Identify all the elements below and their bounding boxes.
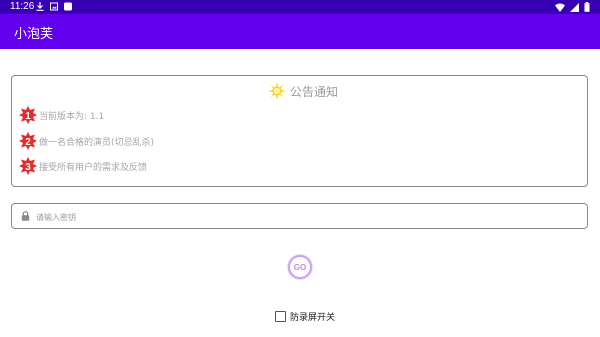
- go-button[interactable]: GO: [288, 255, 312, 279]
- notice-card: 公告通知 1 当前版本为: 1.1 2 做一名合格的演员(切忌乱杀) 3 接受所…: [11, 75, 588, 187]
- download-icon: [36, 2, 44, 11]
- badge-number: 3: [25, 162, 31, 173]
- app-bar: 小泡芙: [0, 14, 600, 49]
- number-badge-icon: 3: [19, 157, 37, 175]
- number-badge-icon: 2: [19, 132, 37, 150]
- battery-icon: [584, 2, 590, 12]
- app-icon: [64, 2, 72, 11]
- status-bar: 11:26: [0, 0, 600, 14]
- signal-icon: [570, 2, 579, 12]
- anti-record-toggle[interactable]: 防录屏开关: [275, 310, 335, 323]
- anti-record-checkbox[interactable]: [275, 311, 286, 322]
- sun-icon: [268, 82, 286, 100]
- number-badge-icon: 1: [19, 106, 37, 124]
- image-icon: [50, 2, 58, 11]
- status-right-icons: [555, 2, 590, 12]
- notice-header: 公告通知: [268, 82, 338, 100]
- anti-record-label: 防录屏开关: [290, 313, 336, 323]
- status-left-icons: [36, 2, 72, 11]
- notice-title: 公告通知: [290, 84, 339, 99]
- notice-item: 1 当前版本为: 1.1: [19, 106, 104, 124]
- app-title: 小泡芙: [14, 27, 54, 42]
- badge-number: 1: [25, 111, 31, 122]
- go-label: GO: [293, 262, 307, 272]
- key-input[interactable]: [34, 207, 578, 227]
- lock-icon: [21, 211, 30, 221]
- status-time: 11:26: [10, 1, 35, 12]
- badge-number: 2: [25, 137, 31, 148]
- wifi-icon: [555, 3, 565, 12]
- notice-item-text: 接受所有用户的需求及反馈: [39, 162, 148, 173]
- notice-item: 3 接受所有用户的需求及反馈: [19, 157, 147, 175]
- key-input-box[interactable]: [11, 203, 588, 229]
- notice-item-text: 做一名合格的演员(切忌乱杀): [39, 137, 155, 148]
- notice-item-text: 当前版本为: 1.1: [39, 111, 105, 122]
- notice-item: 2 做一名合格的演员(切忌乱杀): [19, 132, 154, 150]
